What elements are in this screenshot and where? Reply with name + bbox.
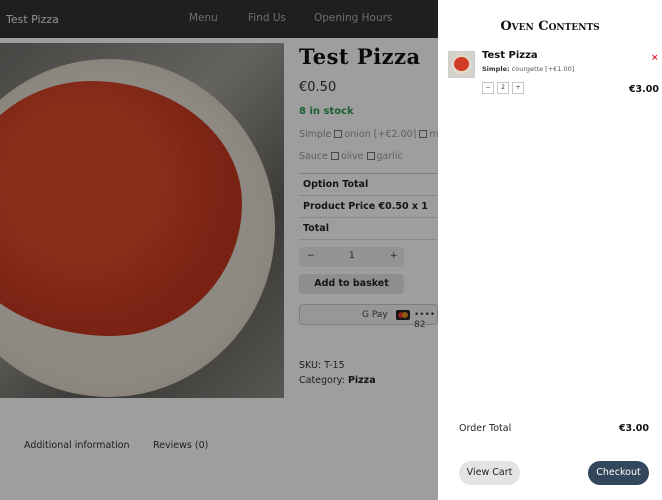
cart-item-thumbnail[interactable] (448, 51, 475, 78)
cart-quantity-stepper: − 2 + (482, 82, 524, 94)
cart-item-option-label: Simple: (482, 65, 510, 73)
order-total-label: Order Total (459, 423, 512, 434)
cart-title: Oven Contents (500, 19, 600, 34)
remove-item-icon[interactable]: × (651, 53, 659, 63)
cart-item-name[interactable]: Test Pizza (482, 50, 538, 61)
cart-qty-minus-button[interactable]: − (482, 82, 494, 94)
view-cart-button[interactable]: View Cart (459, 461, 520, 485)
cart-qty-value[interactable]: 2 (497, 82, 509, 94)
cart-item-options: Simple: courgette [+€1.00] (482, 65, 574, 73)
cart-item-price: €3.00 (628, 84, 659, 95)
cart-item-option-value: courgette [+€1.00] (511, 65, 575, 73)
cart-qty-plus-button[interactable]: + (512, 82, 524, 94)
order-total-value: €3.00 (618, 423, 649, 434)
checkout-button[interactable]: Checkout (588, 461, 649, 485)
cart-drawer: Oven Contents Test Pizza Simple: courget… (438, 0, 662, 500)
